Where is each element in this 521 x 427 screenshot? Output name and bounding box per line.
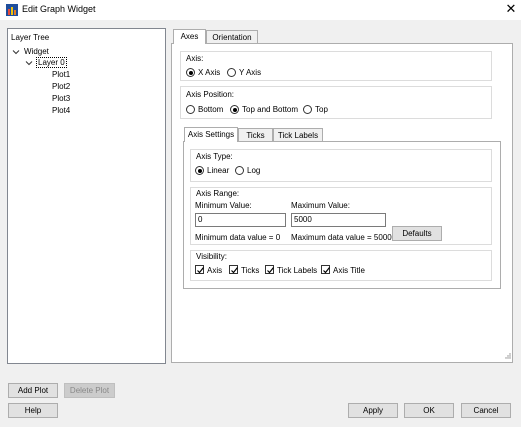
tick-labels-checkbox[interactable] — [265, 265, 274, 274]
checkmark-icon — [267, 267, 274, 274]
y-axis-label[interactable]: Y Axis — [239, 68, 261, 77]
x-axis-radio[interactable] — [186, 68, 195, 77]
minimum-value-input[interactable]: 0 — [195, 213, 286, 227]
ticks-checkbox[interactable] — [229, 265, 238, 274]
chevron-down-icon[interactable] — [25, 59, 33, 67]
bottom-label[interactable]: Bottom — [198, 105, 223, 114]
tree-item-widget[interactable]: Widget — [24, 47, 49, 56]
axis-group-label: Axis: — [186, 54, 204, 63]
maximum-value-label: Maximum Value: — [291, 201, 350, 210]
checkmark-icon — [231, 267, 238, 274]
ok-button[interactable]: OK — [404, 403, 454, 418]
resize-grip-icon[interactable] — [503, 351, 511, 359]
axis-range-label: Axis Range: — [196, 189, 240, 198]
tree-item-layer[interactable]: Layer 0 — [36, 57, 67, 68]
window-title: Edit Graph Widget — [22, 4, 96, 14]
tree-item-plot[interactable]: Plot2 — [52, 82, 70, 91]
axis-checkbox-label[interactable]: Axis — [207, 266, 222, 275]
minimum-data-value-text: Minimum data value = 0 — [195, 233, 281, 242]
add-plot-button[interactable]: Add Plot — [8, 383, 58, 398]
tab-ticks[interactable]: Ticks — [238, 128, 273, 142]
tree-item-plot[interactable]: Plot1 — [52, 70, 70, 79]
axis-position-label: Axis Position: — [186, 90, 235, 99]
minimum-value-label: Minimum Value: — [195, 201, 252, 210]
axis-type-group — [190, 149, 492, 182]
tree-item-plot[interactable]: Plot4 — [52, 106, 70, 115]
close-icon[interactable]: ✕ — [503, 1, 519, 17]
layer-tree-panel[interactable]: Layer Tree Widget Layer 0 Plot1 Plot2 Pl… — [7, 28, 166, 364]
tab-axes[interactable]: Axes — [173, 29, 206, 44]
top-and-bottom-radio[interactable] — [230, 105, 239, 114]
app-icon — [6, 4, 18, 16]
ticks-checkbox-label[interactable]: Ticks — [241, 266, 259, 275]
checkmark-icon — [323, 267, 330, 274]
top-label[interactable]: Top — [315, 105, 328, 114]
cancel-button[interactable]: Cancel — [461, 403, 511, 418]
axis-title-checkbox[interactable] — [321, 265, 330, 274]
visibility-label: Visibility: — [196, 252, 227, 261]
top-and-bottom-label[interactable]: Top and Bottom — [242, 105, 298, 114]
tree-item-plot[interactable]: Plot3 — [52, 94, 70, 103]
checkmark-icon — [197, 267, 204, 274]
defaults-button[interactable]: Defaults — [392, 226, 442, 241]
top-radio[interactable] — [303, 105, 312, 114]
axis-title-checkbox-label[interactable]: Axis Title — [333, 266, 365, 275]
x-axis-label[interactable]: X Axis — [198, 68, 220, 77]
tab-axis-settings[interactable]: Axis Settings — [184, 127, 238, 142]
help-button[interactable]: Help — [8, 403, 58, 418]
linear-radio[interactable] — [195, 166, 204, 175]
layer-tree-header: Layer Tree — [11, 33, 50, 42]
log-label[interactable]: Log — [247, 166, 260, 175]
tree-item-layer-label: Layer 0 — [36, 57, 67, 68]
tick-labels-checkbox-label[interactable]: Tick Labels — [277, 266, 317, 275]
log-radio[interactable] — [235, 166, 244, 175]
axis-group — [180, 51, 492, 81]
maximum-value-input[interactable]: 5000 — [291, 213, 386, 227]
linear-label[interactable]: Linear — [207, 166, 229, 175]
delete-plot-button[interactable]: Delete Plot — [64, 383, 115, 398]
tab-orientation[interactable]: Orientation — [206, 30, 258, 44]
bottom-radio[interactable] — [186, 105, 195, 114]
chevron-down-icon[interactable] — [12, 48, 20, 56]
axis-checkbox[interactable] — [195, 265, 204, 274]
y-axis-radio[interactable] — [227, 68, 236, 77]
tab-tick-labels[interactable]: Tick Labels — [273, 128, 323, 142]
maximum-data-value-text: Maximum data value = 5000 — [291, 233, 392, 242]
apply-button[interactable]: Apply — [348, 403, 398, 418]
axis-type-label: Axis Type: — [196, 152, 233, 161]
